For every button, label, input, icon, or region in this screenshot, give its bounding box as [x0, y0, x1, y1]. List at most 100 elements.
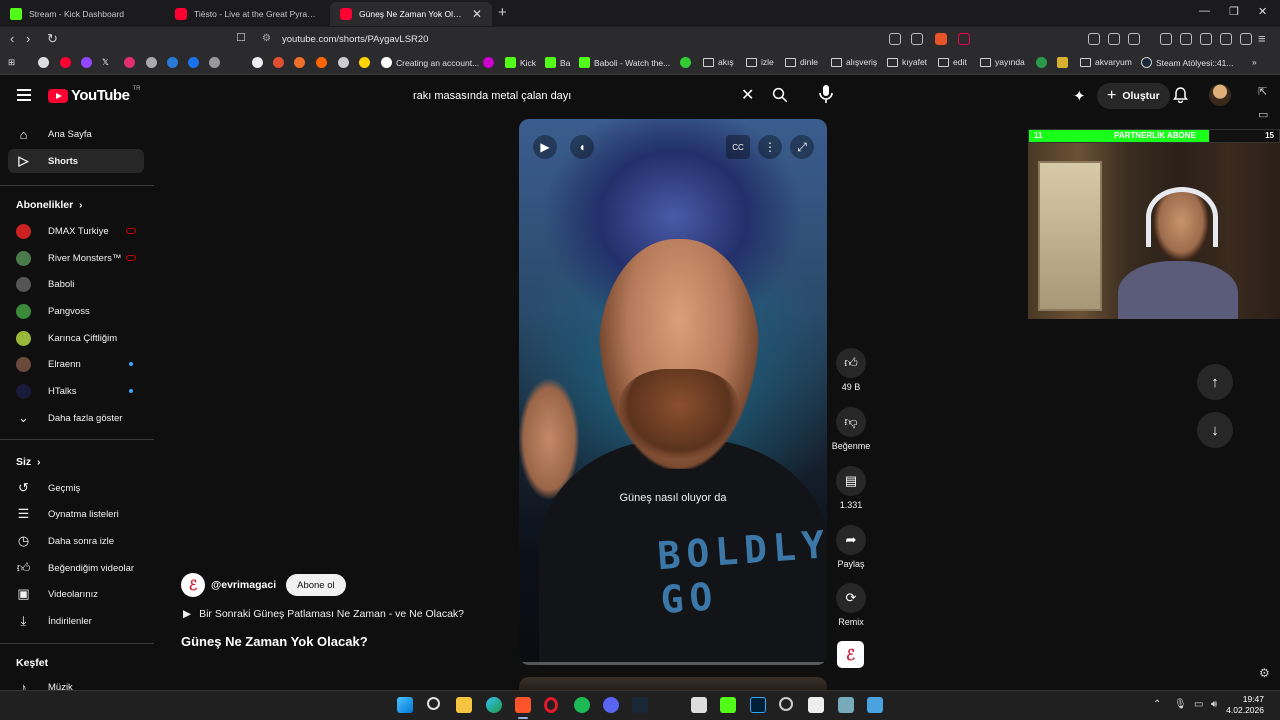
- google-icon[interactable]: [38, 57, 49, 68]
- bookmark-icon[interactable]: [167, 57, 178, 68]
- captions-icon[interactable]: CC: [726, 135, 750, 159]
- bookmark-icon[interactable]: [483, 57, 494, 68]
- more-options-icon[interactable]: ⋮: [758, 135, 782, 159]
- search-input[interactable]: [403, 89, 723, 102]
- opera-icon[interactable]: [544, 697, 558, 713]
- remix-action[interactable]: ⟳ Remix: [831, 583, 871, 627]
- sidebar-item-history[interactable]: ↺ Geçmiş: [8, 476, 144, 500]
- youtube-logo[interactable]: YouTube TR: [48, 86, 140, 104]
- sidebar-item-liked[interactable]: 👍︎ Beğendiğim videolar: [8, 556, 144, 580]
- brave-icon[interactable]: [515, 697, 531, 713]
- github-icon[interactable]: [146, 57, 157, 68]
- channel-thumbnail[interactable]: ℰ: [837, 641, 864, 668]
- forward-icon[interactable]: ›: [26, 31, 30, 46]
- sidebar-channel-karinca[interactable]: Karınca Çiftliğim: [8, 326, 144, 350]
- next-short-button[interactable]: ↓: [1197, 412, 1233, 448]
- bookmark-steam[interactable]: Steam Atölyesi::41...: [1141, 57, 1233, 68]
- apps-icon[interactable]: ⊞: [8, 57, 15, 68]
- settings-gear-icon[interactable]: ⚙: [1259, 666, 1270, 680]
- windows-start-icon[interactable]: [397, 697, 413, 713]
- wallet-icon[interactable]: [1200, 33, 1212, 45]
- sidebar-channel-dmax[interactable]: DMAX Turkiye: [8, 219, 144, 243]
- twitch-icon[interactable]: [81, 57, 92, 68]
- volume-icon[interactable]: ◖: [570, 135, 594, 159]
- dislike-action[interactable]: 👎︎ Beğenme: [831, 407, 871, 451]
- share-icon[interactable]: [911, 33, 923, 45]
- display-icon[interactable]: ▭: [1194, 699, 1203, 710]
- bookmark-icon[interactable]: [209, 57, 220, 68]
- photoshop-icon[interactable]: [750, 697, 766, 713]
- bookmark-page-icon[interactable]: ☐: [236, 31, 246, 44]
- sidebar-panel-icon[interactable]: ▭: [1258, 108, 1268, 121]
- video-progress-bar[interactable]: [519, 662, 827, 665]
- menu-icon[interactable]: ≡: [1258, 31, 1266, 46]
- bookmark-icon[interactable]: [316, 57, 327, 68]
- x-icon[interactable]: 𝕏: [102, 57, 109, 68]
- subscribe-button[interactable]: Abone ol: [286, 574, 346, 596]
- mic-icon[interactable]: [818, 83, 834, 105]
- sidebar-channel-elraenn[interactable]: Elraenn: [8, 352, 144, 376]
- system-clock[interactable]: 19:47 4.02.2026: [1226, 694, 1264, 716]
- brave-rewards-icon[interactable]: [958, 33, 970, 45]
- sidebar-item-watch-later[interactable]: ◷ Daha sonra izle: [8, 529, 144, 553]
- minimize-icon[interactable]: —: [1199, 5, 1210, 17]
- bookmark-icon[interactable]: [188, 57, 199, 68]
- bookmark-creating-account[interactable]: Creating an account...: [381, 57, 479, 68]
- sidebar-channel-pangvoss[interactable]: Pangvoss: [8, 299, 144, 323]
- avatar[interactable]: [1209, 84, 1231, 106]
- bookmark-icon[interactable]: [1036, 57, 1047, 68]
- site-info-icon[interactable]: ⚙: [262, 33, 271, 44]
- youtube-bookmark-icon[interactable]: [60, 57, 71, 68]
- mic-tray-icon[interactable]: 🎙︎: [1174, 699, 1187, 710]
- sidebar-channel-baboli[interactable]: Baboli: [8, 272, 144, 296]
- back-icon[interactable]: ‹: [10, 31, 14, 46]
- clear-search-icon[interactable]: ✕: [741, 85, 754, 105]
- more-bookmarks-icon[interactable]: »: [1252, 57, 1257, 67]
- dislike-icon[interactable]: 👎︎: [836, 407, 866, 437]
- evrimagaci-logo-icon[interactable]: ℰ: [181, 573, 205, 597]
- extension-icon[interactable]: [1128, 33, 1140, 45]
- bookmark-folder-dinle[interactable]: dinle: [785, 57, 818, 67]
- maximize-icon[interactable]: ❐: [1229, 5, 1239, 18]
- cast-icon[interactable]: [889, 33, 901, 45]
- shorts-player[interactable]: Güneş nasıl oluyor da BOLDLY GO ▶ ◖ CC ⋮…: [519, 119, 827, 665]
- channel-name[interactable]: @evrimagaci: [211, 579, 276, 591]
- studio-icon[interactable]: ✦: [1073, 87, 1086, 105]
- bookmark-ba[interactable]: Ba: [545, 57, 570, 68]
- bookmark-folder-alisveris[interactable]: alışveriş: [831, 57, 877, 67]
- app-icon[interactable]: [808, 697, 824, 713]
- fullscreen-icon[interactable]: ⤢: [790, 135, 814, 159]
- bookmark-kick[interactable]: Kick: [505, 57, 536, 68]
- sidebar-item-shorts[interactable]: ▷ Shorts: [8, 149, 144, 173]
- tray-overflow-icon[interactable]: ⌃: [1153, 699, 1161, 710]
- vpn-icon[interactable]: [1240, 33, 1252, 45]
- search-icon[interactable]: [771, 86, 789, 104]
- comments-action[interactable]: ▤ 1.331: [831, 466, 871, 510]
- edge-icon[interactable]: [486, 697, 502, 713]
- kick-icon[interactable]: [720, 697, 736, 713]
- app-icon[interactable]: [838, 697, 854, 713]
- sidebar-toggle-icon[interactable]: [1180, 33, 1192, 45]
- close-window-icon[interactable]: ✕: [1258, 5, 1267, 18]
- reload-icon[interactable]: ↻: [47, 31, 58, 47]
- share-action[interactable]: ➦ Paylaş: [831, 525, 871, 569]
- bookmark-folder-izle[interactable]: izle: [746, 57, 774, 67]
- instagram-icon[interactable]: [124, 57, 135, 68]
- bookmark-icon[interactable]: [1057, 57, 1068, 68]
- bookmark-baboli[interactable]: Baboli - Watch the...: [579, 57, 670, 68]
- play-icon[interactable]: ▶: [533, 135, 557, 159]
- bookmark-folder-kiyafet[interactable]: kıyafet: [887, 57, 927, 67]
- sidebar-channel-river-monsters[interactable]: River Monsters™: [8, 246, 144, 270]
- close-tab-icon[interactable]: ✕: [472, 7, 482, 21]
- leo-icon[interactable]: [1220, 33, 1232, 45]
- bookmark-icon[interactable]: [680, 57, 691, 68]
- obs-icon[interactable]: [779, 697, 793, 711]
- extension-icon[interactable]: [1088, 33, 1100, 45]
- sidebar-panel-icon[interactable]: ⇱: [1258, 85, 1267, 98]
- subscriptions-heading[interactable]: Abonelikler ›: [16, 199, 83, 211]
- sidebar-item-playlists[interactable]: ☰ Oynatma listeleri: [8, 502, 144, 526]
- media-icon[interactable]: [1160, 33, 1172, 45]
- bookmark-folder-akis[interactable]: akış: [703, 57, 734, 67]
- new-tab-button[interactable]: +: [498, 4, 507, 21]
- previous-short-button[interactable]: ↑: [1197, 364, 1233, 400]
